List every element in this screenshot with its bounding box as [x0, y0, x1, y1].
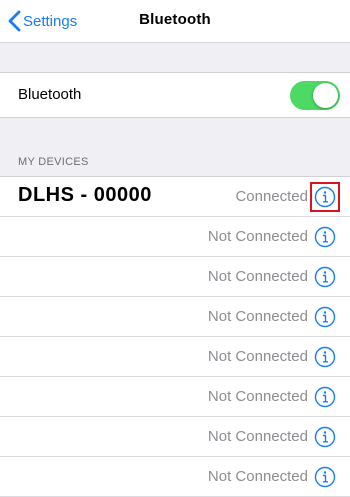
device-row[interactable]: Not Connected	[0, 297, 350, 337]
section-spacer: MY DEVICES	[0, 118, 350, 176]
bluetooth-toggle[interactable]	[290, 81, 340, 110]
info-icon[interactable]	[314, 386, 336, 408]
section-spacer	[0, 42, 350, 72]
device-status: Not Connected	[207, 228, 308, 245]
info-icon[interactable]	[314, 266, 336, 288]
toggle-knob	[313, 83, 338, 108]
device-status: Connected	[235, 188, 308, 205]
info-icon[interactable]	[314, 426, 336, 448]
device-row[interactable]: Not Connected	[0, 337, 350, 377]
device-list: DLHS - 00000 Connected Not Connected Not…	[0, 176, 350, 497]
info-icon[interactable]	[314, 346, 336, 368]
bluetooth-setting-row: Bluetooth	[0, 72, 350, 118]
device-status: Not Connected	[207, 268, 308, 285]
navigation-bar: Settings Bluetooth	[0, 0, 350, 42]
info-icon[interactable]	[310, 182, 340, 212]
info-icon[interactable]	[314, 306, 336, 328]
device-name: DLHS - 00000	[18, 184, 152, 206]
device-status: Not Connected	[207, 388, 308, 405]
device-status: Not Connected	[207, 468, 308, 485]
device-row[interactable]: DLHS - 00000 Connected	[0, 177, 350, 217]
device-row[interactable]: Not Connected	[0, 457, 350, 497]
bluetooth-label: Bluetooth	[18, 86, 82, 103]
device-row[interactable]: Not Connected	[0, 417, 350, 457]
page-title: Bluetooth	[139, 11, 211, 28]
my-devices-header: MY DEVICES	[18, 156, 89, 168]
device-row[interactable]: Not Connected	[0, 257, 350, 297]
device-status: Not Connected	[207, 348, 308, 365]
device-row[interactable]: Not Connected	[0, 377, 350, 417]
device-status: Not Connected	[207, 428, 308, 445]
device-row[interactable]: Not Connected	[0, 217, 350, 257]
device-status: Not Connected	[207, 308, 308, 325]
info-icon[interactable]	[314, 226, 336, 248]
info-icon[interactable]	[314, 466, 336, 488]
